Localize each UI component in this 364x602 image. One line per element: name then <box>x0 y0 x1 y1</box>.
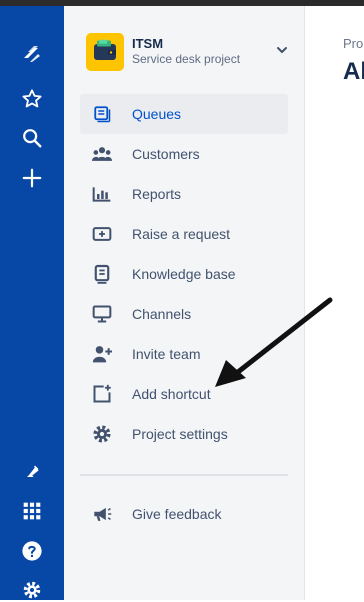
sidebar-item-label: Invite team <box>132 346 201 362</box>
sidebar-item-channels[interactable]: Channels <box>80 294 288 334</box>
project-name: ITSM <box>132 36 164 51</box>
page-title: Al <box>343 58 364 85</box>
create-plus-icon[interactable] <box>20 166 44 190</box>
wallet-icon <box>93 39 117 66</box>
main-content: Pro Al <box>305 6 364 600</box>
search-icon[interactable] <box>20 126 44 150</box>
sidebar-item-knowledge-base[interactable]: Knowledge base <box>80 254 288 294</box>
reports-icon <box>92 184 112 204</box>
channels-icon <box>92 304 112 324</box>
sidebar-item-give-feedback[interactable]: Give feedback <box>80 494 288 534</box>
queues-icon <box>92 104 112 124</box>
gear-icon <box>92 424 112 444</box>
sidebar-item-project-settings[interactable]: Project settings <box>80 414 288 454</box>
sidebar-item-invite-team[interactable]: Invite team <box>80 334 288 374</box>
project-type: Service desk project <box>132 52 241 66</box>
settings-gear-icon[interactable] <box>20 578 44 602</box>
help-icon[interactable] <box>20 539 44 563</box>
sidebar-item-label: Customers <box>132 146 200 162</box>
sidebar-item-label: Raise a request <box>132 226 231 242</box>
breadcrumb[interactable]: Pro <box>343 36 363 51</box>
raise-request-icon <box>92 224 112 244</box>
chevron-down-icon[interactable] <box>274 42 290 58</box>
sidebar-item-add-shortcut[interactable]: Add shortcut <box>80 374 288 414</box>
star-icon[interactable] <box>20 87 44 111</box>
sidebar-item-reports[interactable]: Reports <box>80 174 288 214</box>
customers-icon <box>92 144 112 164</box>
sidebar-item-label: Reports <box>132 186 182 202</box>
sidebar-divider <box>80 474 288 476</box>
sidebar-item-queues[interactable]: Queues <box>80 94 288 134</box>
megaphone-icon <box>92 504 112 524</box>
sidebar-item-customers[interactable]: Customers <box>80 134 288 174</box>
sidebar-item-label: Channels <box>132 306 192 322</box>
add-shortcut-icon <box>92 384 112 404</box>
jira-logo-icon[interactable] <box>20 40 44 64</box>
sidebar-item-label: Project settings <box>132 426 228 442</box>
project-header[interactable]: ITSM Service desk project <box>80 30 290 74</box>
sidebar-item-label: Knowledge base <box>132 266 236 282</box>
project-sidebar: ITSM Service desk project Queues Custome… <box>64 6 305 600</box>
invite-team-icon <box>92 344 112 364</box>
project-avatar <box>86 33 124 71</box>
sidebar-item-label: Give feedback <box>132 506 222 522</box>
global-navigation <box>0 6 64 600</box>
knowledge-base-icon <box>92 264 112 284</box>
app-switcher-icon[interactable] <box>20 499 44 523</box>
notifications-icon[interactable] <box>20 460 44 484</box>
sidebar-item-label: Add shortcut <box>132 386 211 402</box>
sidebar-item-label: Queues <box>132 106 182 122</box>
sidebar-item-raise-a-request[interactable]: Raise a request <box>80 214 288 254</box>
